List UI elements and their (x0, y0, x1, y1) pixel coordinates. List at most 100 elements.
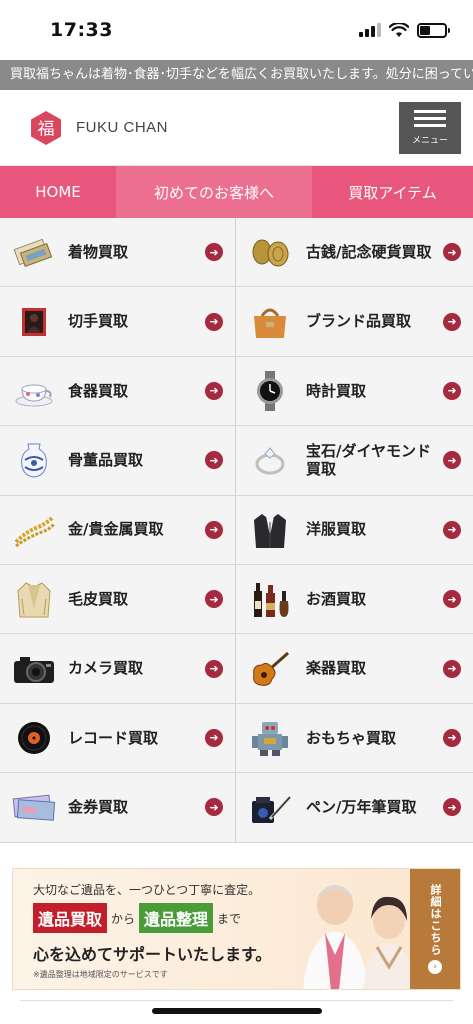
category-label: お酒買取 (306, 589, 367, 608)
arrow-right-icon: ➜ (443, 243, 461, 262)
banner-line1: 大切なご遺品を、一つひとつ丁寧に査定。 (33, 883, 261, 897)
stamp-icon (12, 302, 56, 342)
home-indicator (152, 1008, 322, 1014)
kimono-icon (12, 232, 56, 272)
coin-icon (248, 232, 292, 272)
menu-label: メニュー (411, 135, 448, 146)
category-item[interactable]: お酒買取 ➜ (236, 564, 473, 635)
gold-chain-icon (12, 510, 56, 550)
category-item[interactable]: 宝石/ダイヤモンド買取 ➜ (236, 426, 473, 496)
category-label: 時計買取 (306, 381, 367, 400)
hamburger-bar (414, 116, 446, 120)
nav-home[interactable]: HOME (0, 166, 116, 218)
arrow-right-icon: ➜ (205, 590, 223, 609)
pen-icon (248, 787, 292, 827)
category-label: 金券買取 (68, 797, 129, 816)
category-label: 宝石/ダイヤモンド買取 (306, 441, 432, 479)
main-nav: HOME 初めてのお客様へ 買取アイテム (0, 166, 473, 218)
category-label: 食器買取 (68, 381, 129, 400)
arrow-right-icon: ➜ (205, 520, 223, 539)
category-item[interactable]: ペン/万年筆買取 ➜ (236, 773, 473, 843)
banner-from: から (111, 911, 136, 926)
site-logo[interactable]: 福 FUKU CHAN (28, 110, 168, 146)
category-item[interactable]: 古銭/記念硬貨買取 ➜ (236, 218, 473, 288)
marquee-ticker: 買取福ちゃんは着物･食器･切手などを幅広くお買取いたします。処分に困ってい (0, 60, 473, 90)
site-header: 福 FUKU CHAN メニュー (0, 90, 473, 166)
chevron-right-icon: › (428, 960, 442, 974)
category-grid: 着物買取 ➜ 古銭/記念硬貨買取 ➜ 切手買取 ➜ ブランド品買取 ➜ 食器買取 ➜ 時計買取 ➜ 骨董… (0, 218, 473, 843)
category-item[interactable]: 着物買取 ➜ (0, 218, 236, 288)
arrow-right-icon: ➜ (205, 451, 223, 470)
watch-icon (248, 370, 292, 411)
category-label: 毛皮買取 (68, 589, 129, 608)
signal-icon (359, 23, 381, 37)
vase-icon (12, 440, 56, 480)
toy-robot-icon (248, 718, 292, 758)
status-time: 17:33 (50, 19, 113, 41)
category-item[interactable]: カメラ買取 ➜ (0, 634, 236, 704)
banner-tag-cleanup: 遺品整理 (139, 903, 214, 933)
category-label: 洋服買取 (306, 520, 367, 539)
banner-line2: 遺品買取 から 遺品整理 まで (33, 903, 241, 933)
arrow-right-icon: ➜ (205, 659, 223, 678)
category-label: 古銭/記念硬貨買取 (306, 242, 432, 261)
banner-line3: 心を込めてサポートいたします。 (33, 945, 272, 964)
fur-coat-icon (12, 579, 56, 619)
banner-detail-button[interactable]: 詳細はこちら › (410, 869, 460, 989)
category-item[interactable]: 洋服買取 ➜ (236, 495, 473, 565)
category-label: カメラ買取 (68, 659, 144, 678)
category-label: レコード買取 (68, 728, 159, 747)
voucher-icon (12, 787, 56, 827)
category-item[interactable]: レコード買取 ➜ (0, 703, 236, 774)
logo-text: FUKU CHAN (76, 119, 169, 136)
category-item[interactable]: ブランド品買取 ➜ (236, 287, 473, 357)
banner-detail-label: 詳細はこちら (429, 884, 442, 956)
arrow-right-icon: ➜ (443, 451, 461, 470)
category-item[interactable]: 毛皮買取 ➜ (0, 564, 236, 635)
menu-button[interactable]: メニュー (399, 101, 461, 154)
status-icons (359, 22, 450, 38)
jacket-icon (248, 510, 292, 550)
battery-icon (417, 22, 450, 38)
category-item[interactable]: 時計買取 ➜ (236, 356, 473, 427)
arrow-right-icon: ➜ (205, 381, 223, 400)
hamburger-icon (414, 109, 446, 113)
record-icon (12, 718, 56, 758)
category-label: ペン/万年筆買取 (306, 797, 417, 816)
category-item[interactable]: 金券買取 ➜ (0, 773, 236, 843)
ring-icon (248, 440, 292, 480)
camera-icon (12, 649, 56, 689)
tableware-icon (12, 371, 56, 411)
category-item[interactable]: 食器買取 ➜ (0, 356, 236, 427)
estate-banner[interactable]: 大切なご遺品を、一つひとつ丁寧に査定。 遺品買取 から 遺品整理 まで 心を込め… (12, 868, 461, 990)
nav-first-time[interactable]: 初めてのお客様へ (116, 166, 312, 218)
category-item[interactable]: おもちゃ買取 ➜ (236, 703, 473, 774)
arrow-right-icon: ➜ (205, 243, 223, 262)
category-label: 切手買取 (68, 312, 129, 331)
arrow-right-icon: ➜ (443, 381, 461, 400)
liquor-icon (248, 579, 292, 619)
category-label: 着物買取 (68, 242, 129, 261)
arrow-right-icon: ➜ (443, 798, 461, 817)
status-bar: 17:33 (0, 0, 473, 60)
banner-note: ※遺品整理は地域限定のサービスです (33, 970, 168, 979)
arrow-right-icon: ➜ (443, 659, 461, 678)
guitar-icon (248, 649, 292, 689)
category-item[interactable]: 切手買取 ➜ (0, 287, 236, 357)
handbag-icon (248, 302, 292, 342)
category-item[interactable]: 楽器買取 ➜ (236, 634, 473, 704)
logo-mark-icon: 福 (31, 110, 61, 145)
nav-items[interactable]: 買取アイテム (312, 166, 473, 218)
category-label: 楽器買取 (306, 659, 367, 678)
elderly-couple-image (303, 885, 417, 989)
category-item[interactable]: 骨董品買取 ➜ (0, 426, 236, 496)
category-label: おもちゃ買取 (306, 728, 397, 747)
arrow-right-icon: ➜ (205, 728, 223, 747)
category-item[interactable]: 金/貴金属買取 ➜ (0, 495, 236, 565)
logo-glyph: 福 (38, 119, 55, 139)
wifi-icon (389, 22, 409, 37)
arrow-right-icon: ➜ (443, 590, 461, 609)
banner-tag-purchase: 遺品買取 (33, 903, 108, 933)
category-label: 金/貴金属買取 (68, 520, 164, 539)
arrow-right-icon: ➜ (205, 798, 223, 817)
